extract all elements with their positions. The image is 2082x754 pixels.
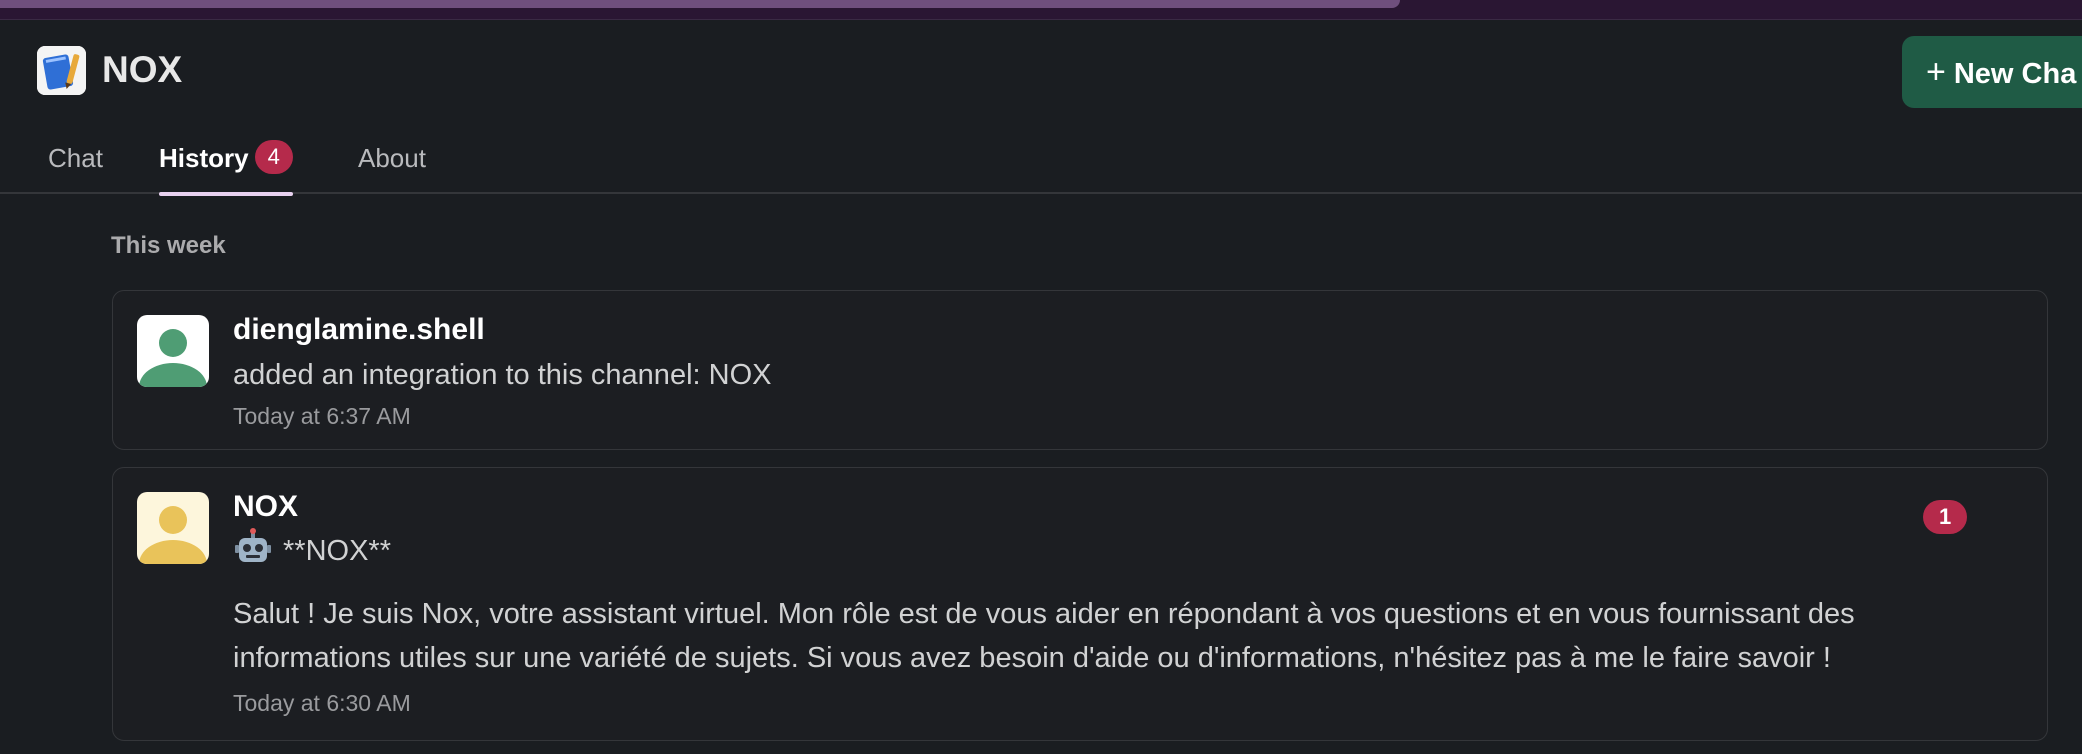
tab-history-label: History (159, 143, 249, 173)
history-count-badge: 4 (254, 140, 293, 174)
window-top-strip (0, 0, 2082, 20)
browser-tab-strip (0, 0, 1400, 8)
tab-history[interactable]: History 4 (159, 138, 293, 196)
message-headline: **NOX** (233, 528, 391, 573)
unread-count-badge: 1 (1923, 500, 1968, 534)
robot-emoji-icon (233, 528, 273, 568)
message-timestamp[interactable]: Today at 6:30 AM (233, 686, 411, 720)
message-body: Salut ! Je suis Nox, votre assistant vir… (233, 598, 1855, 674)
history-item[interactable]: dienglamine.shell added an integration t… (112, 290, 2048, 450)
app-header: NOX + New Cha Chat History 4 About (0, 20, 2082, 196)
history-item[interactable]: NOX **NOX** Salut ! Je suis Nox, votre a… (112, 467, 2048, 741)
message-text: added an integration to this channel: NO… (233, 359, 772, 391)
section-label-this-week: This week (111, 232, 226, 259)
tab-about-label: About (358, 143, 426, 173)
message-headline-text: **NOX** (283, 535, 391, 567)
plus-icon: + (1926, 53, 1946, 91)
app-title: NOX (102, 49, 183, 90)
tab-chat-label: Chat (48, 143, 103, 173)
message-author[interactable]: NOX (233, 488, 298, 526)
tab-chat[interactable]: Chat (48, 138, 103, 194)
bot-avatar-icon (137, 492, 209, 564)
new-chat-button[interactable]: + New Cha (1902, 36, 2082, 108)
new-chat-label: New Cha (1953, 58, 2077, 90)
message-timestamp[interactable]: Today at 6:37 AM (233, 399, 411, 433)
tab-about[interactable]: About (358, 138, 426, 194)
message-author[interactable]: dienglamine.shell (233, 311, 485, 349)
notebook-icon (37, 46, 86, 95)
user-avatar-icon (137, 315, 209, 387)
